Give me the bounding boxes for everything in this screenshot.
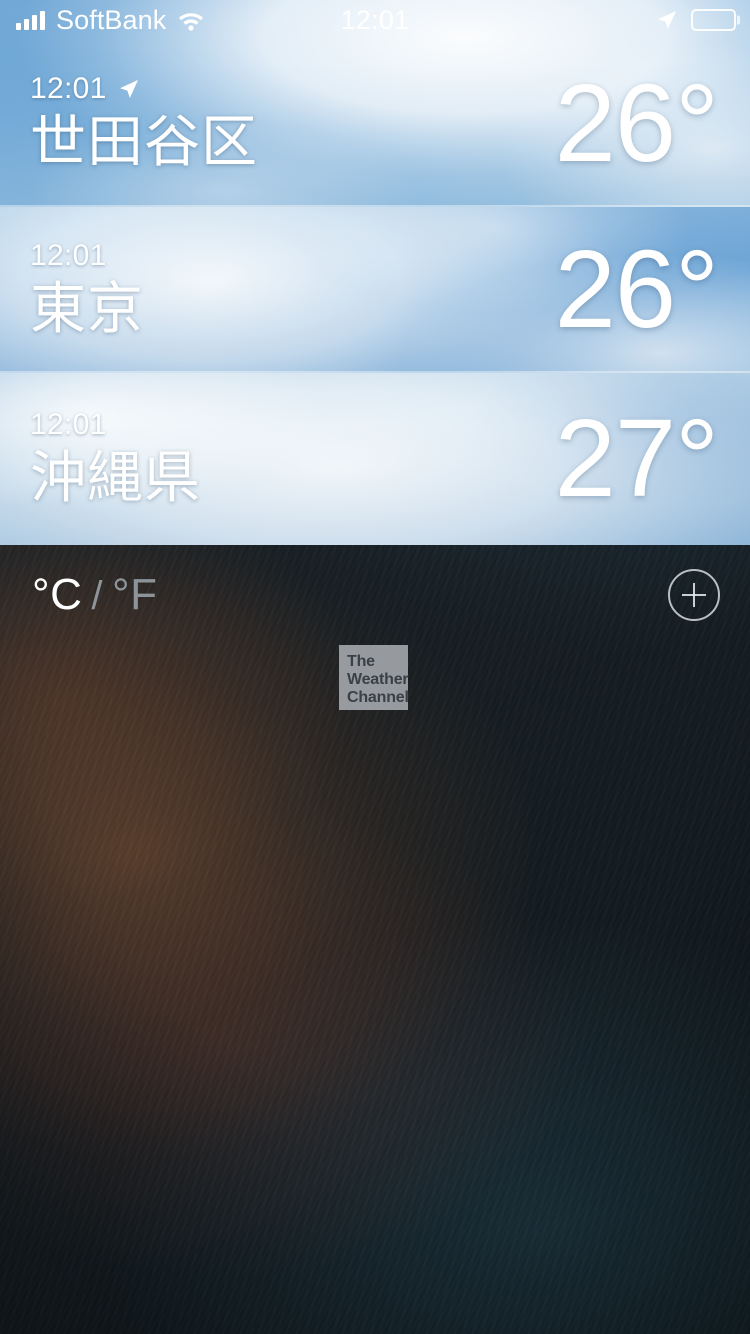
unit-fahrenheit-button[interactable]: °F — [112, 570, 157, 620]
weather-channel-logo[interactable]: The Weather Channel — [339, 645, 409, 710]
row-divider — [0, 205, 750, 207]
status-bar-time: 12:01 — [340, 4, 410, 35]
city-info: 12:01 沖縄県 — [30, 408, 201, 511]
city-time-row: 12:01 — [30, 72, 258, 106]
wifi-icon — [179, 12, 204, 31]
city-name: 沖縄県 — [30, 445, 201, 509]
city-info: 12:01 世田谷区 — [30, 72, 258, 175]
city-info: 12:01 東京 — [30, 239, 144, 342]
city-local-time: 12:01 — [30, 407, 107, 441]
logo-line-3: Channel — [347, 689, 409, 707]
status-bar-left: SoftBank — [16, 5, 205, 36]
city-name: 世田谷区 — [30, 110, 258, 174]
city-temperature: 26° — [554, 61, 719, 185]
city-row[interactable]: 12:01 沖縄県 27° — [0, 373, 750, 545]
city-local-time: 12:01 — [30, 72, 107, 106]
status-bar-right — [655, 8, 736, 32]
city-list: 12:01 世田谷区 26° 12:01 東京 26° 12:01 沖縄県 27… — [0, 0, 750, 545]
row-divider — [0, 371, 750, 373]
city-temperature: 26° — [554, 228, 719, 351]
logo-line-2: Weather — [347, 671, 409, 689]
add-city-button[interactable] — [668, 569, 720, 621]
city-time-row: 12:01 — [30, 239, 144, 273]
unit-separator: / — [91, 574, 103, 618]
weather-app-screen: 12:01 世田谷区 26° 12:01 東京 26° 12:01 沖縄県 27… — [0, 0, 750, 1334]
city-row[interactable]: 12:01 東京 26° — [0, 207, 750, 373]
unit-celsius-button[interactable]: °C — [32, 570, 82, 620]
location-arrow-icon — [658, 11, 676, 29]
city-temperature: 27° — [554, 397, 719, 520]
city-name: 東京 — [30, 276, 144, 340]
cellular-bars-icon — [16, 10, 45, 30]
city-local-time: 12:01 — [30, 238, 107, 272]
battery-icon — [691, 9, 736, 31]
logo-line-1: The — [347, 653, 375, 670]
city-time-row: 12:01 — [30, 408, 201, 442]
status-bar: SoftBank 12:01 — [0, 0, 750, 40]
location-arrow-icon — [119, 80, 138, 99]
carrier-name: SoftBank — [56, 4, 167, 35]
bottom-toolbar: °C / °F — [0, 545, 750, 645]
temperature-unit-toggle[interactable]: °C / °F — [32, 570, 157, 620]
